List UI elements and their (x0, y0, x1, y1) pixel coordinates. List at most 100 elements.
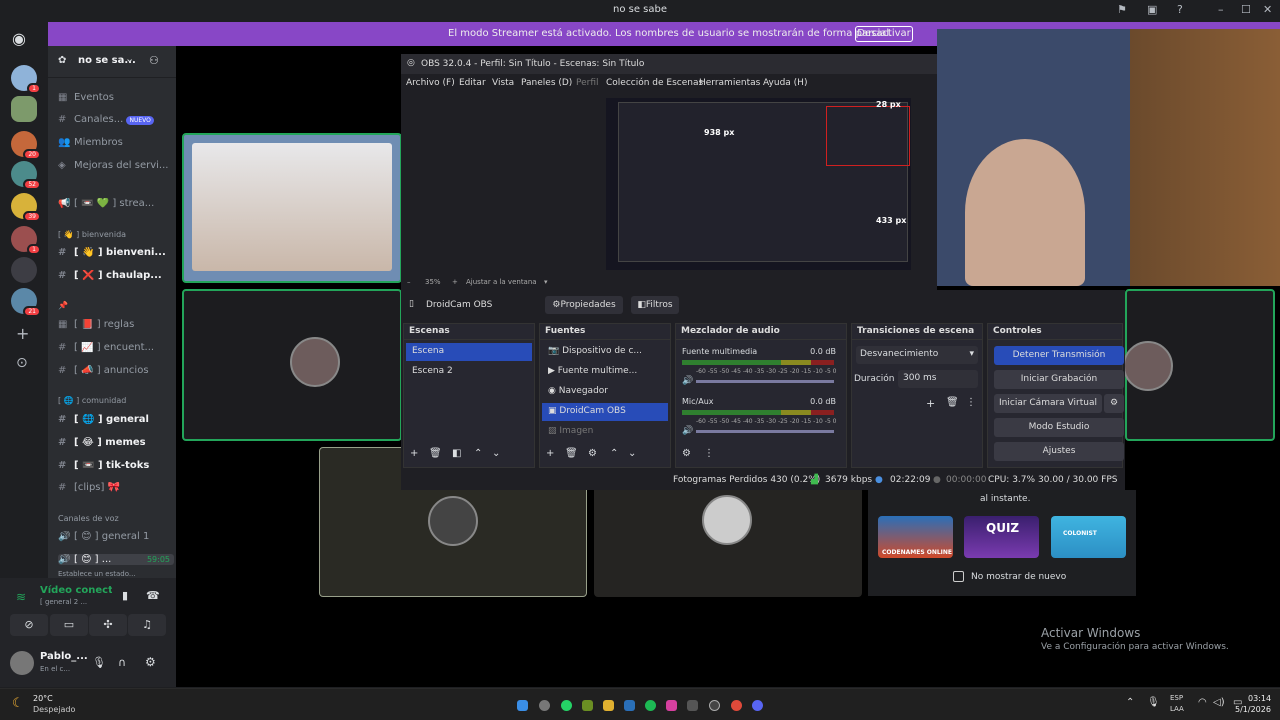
category-comunidad[interactable]: [ 🌐 ] comunidad (58, 396, 126, 405)
chevron-up-icon[interactable]: ⌃ (1126, 697, 1134, 708)
add-icon[interactable]: + (546, 448, 554, 459)
down-icon[interactable]: ⌄ (628, 448, 636, 459)
invite-icon[interactable]: ⚇ (149, 54, 159, 67)
add-server-icon[interactable]: + (16, 324, 29, 343)
help-icon[interactable]: ? (1177, 3, 1183, 16)
server-icon[interactable] (11, 96, 37, 122)
channel-boosts[interactable]: ◈ Mejoras del servi... (58, 160, 174, 171)
language-1[interactable]: ESP (1170, 694, 1183, 702)
server-icon[interactable]: 39 (11, 193, 41, 222)
up-icon[interactable]: ⌃ (474, 448, 482, 459)
chrome-icon[interactable] (731, 700, 742, 711)
down-icon[interactable]: ⌄ (492, 448, 500, 459)
source-item[interactable]: ▣ DroidCam OBS (542, 403, 668, 421)
game-quiz[interactable]: QUIZ (964, 516, 1039, 558)
video-tile[interactable] (182, 133, 402, 283)
channel-members[interactable]: 👥 Miembros (58, 137, 174, 148)
file-explorer-icon[interactable] (603, 700, 614, 711)
discord-home-icon[interactable]: ◉ (12, 29, 26, 48)
explore-icon[interactable]: ⊙ (16, 355, 28, 371)
duration-input[interactable]: 300 ms (898, 370, 978, 388)
filters-button[interactable]: ◧Filtros (631, 296, 679, 314)
instagram-icon[interactable] (666, 700, 677, 711)
filter-icon[interactable]: ◧ (452, 448, 461, 459)
gear-icon[interactable]: ⚙ (145, 655, 156, 669)
minimize-button[interactable]: – (1218, 3, 1224, 16)
channel-bienvenida[interactable]: #[ 👋 ] bienveni... (58, 247, 174, 258)
settings-button[interactable]: Ajustes (994, 442, 1124, 461)
username[interactable]: Pablo_... (40, 651, 88, 662)
weather-temp[interactable]: 20°C (33, 694, 53, 703)
voice-channel-active[interactable]: 🔊[ 😊 ] ... 59:05 (58, 554, 174, 565)
source-item[interactable]: ▨ Imagen (542, 423, 668, 441)
inbox-icon[interactable]: ⚑ (1117, 3, 1127, 16)
source-item[interactable]: ▶ Fuente multime... (542, 363, 668, 381)
category-bienvenida[interactable]: [ 👋 ] bienvenida (58, 230, 126, 239)
headphones-icon[interactable]: ∩ (118, 656, 126, 669)
server-icon[interactable]: 21 (11, 288, 41, 317)
add-icon[interactable]: + (926, 397, 935, 410)
channel-clips[interactable]: # [clips] 🎀 (58, 482, 174, 493)
zoom-in-icon[interactable]: + (452, 278, 458, 286)
clock-time[interactable]: 03:14 (1248, 694, 1271, 703)
volume-slider[interactable] (696, 430, 834, 433)
participant-tile[interactable] (182, 289, 402, 441)
menu-escenas[interactable]: Colección de Escenas (606, 78, 703, 88)
chevron-down-icon[interactable]: ▾ (544, 278, 548, 286)
app-icon[interactable] (582, 700, 593, 711)
menu-perfil[interactable]: Perfil (576, 78, 599, 88)
server-icon[interactable] (11, 257, 37, 283)
studio-mode-button[interactable]: Modo Estudio (994, 418, 1124, 437)
game-colonist[interactable]: COLONIST (1051, 516, 1126, 558)
channel-stream[interactable]: 📢[ 📼 💚 ] strea... (58, 198, 174, 209)
server-icon[interactable]: 1 (11, 226, 41, 255)
avatar[interactable] (10, 651, 34, 675)
scene-item[interactable]: Escena 2 (406, 363, 532, 381)
properties-button[interactable]: ⚙Propiedades (545, 296, 623, 314)
channel-memes[interactable]: #[ 😂 ] memes (58, 437, 174, 448)
maximize-button[interactable]: ☐ (1241, 3, 1251, 16)
scene-item[interactable]: Escena (406, 343, 532, 361)
obs-preview[interactable]: 938 px 28 px 433 px (606, 98, 911, 270)
delete-icon[interactable]: 🗑 (946, 397, 959, 408)
screen-share-icon[interactable]: ▭ (50, 614, 88, 636)
start-recording-button[interactable]: Iniciar Grabación (994, 370, 1124, 389)
microphone-icon[interactable]: 🎙 (1147, 697, 1160, 708)
screen-icon[interactable]: ▣ (1147, 3, 1157, 16)
spotify-icon[interactable] (645, 700, 656, 711)
channel-chaulap[interactable]: #[ ❌ ] chaulap... (58, 270, 174, 281)
speaker-icon[interactable]: 🔊 (682, 426, 693, 436)
channel-events[interactable]: ▦ Eventos (58, 92, 174, 103)
source-item[interactable]: ◉ Navegador (542, 383, 668, 401)
channel-general[interactable]: #[ 🌐 ] general (58, 414, 174, 425)
start-icon[interactable] (517, 700, 528, 711)
volume-slider[interactable] (696, 380, 834, 383)
menu-paneles[interactable]: Paneles (D) (521, 78, 572, 88)
voice-status[interactable]: Vídeo conectad (40, 585, 112, 596)
obs-icon[interactable] (709, 700, 720, 711)
menu-herramientas[interactable]: Herramientas (699, 78, 760, 88)
fit-window[interactable]: Ajustar a la ventana (466, 278, 537, 286)
disconnect-icon[interactable]: ☎ (146, 589, 160, 602)
gear-icon[interactable]: ⚙ (682, 448, 691, 459)
voice-channel-general1[interactable]: 🔊[ 😊 ] general 1 (58, 531, 174, 542)
more-icon[interactable]: ⋮ (966, 397, 976, 408)
menu-archivo[interactable]: Archivo (F) (406, 78, 455, 88)
server-icon[interactable]: 1 (11, 65, 41, 94)
virtual-camera-button[interactable]: Iniciar Cámara Virtual (994, 394, 1102, 413)
more-icon[interactable]: ⋮ (704, 448, 714, 459)
add-icon[interactable]: + (410, 448, 418, 459)
wifi-icon[interactable]: ◠ (1198, 697, 1207, 708)
channel-anuncios[interactable]: #[ 📣 ] anuncios (58, 365, 174, 376)
steam-icon[interactable] (624, 700, 635, 711)
server-icon[interactable]: 20 (11, 131, 41, 160)
camera-off-icon[interactable]: ⊘ (10, 614, 48, 636)
menu-ayuda[interactable]: Ayuda (H) (763, 78, 807, 88)
deactivate-button[interactable]: Desactivar (855, 26, 913, 42)
stop-stream-button[interactable]: Detener Transmisión (994, 346, 1124, 365)
gear-icon[interactable]: ⚙ (588, 448, 597, 459)
channel-browse[interactable]: # Canales... NUEVO (58, 114, 174, 125)
activities-icon[interactable]: ✣ (89, 614, 127, 636)
category-pin[interactable]: 📌 (58, 301, 68, 310)
search-icon[interactable] (539, 700, 550, 711)
